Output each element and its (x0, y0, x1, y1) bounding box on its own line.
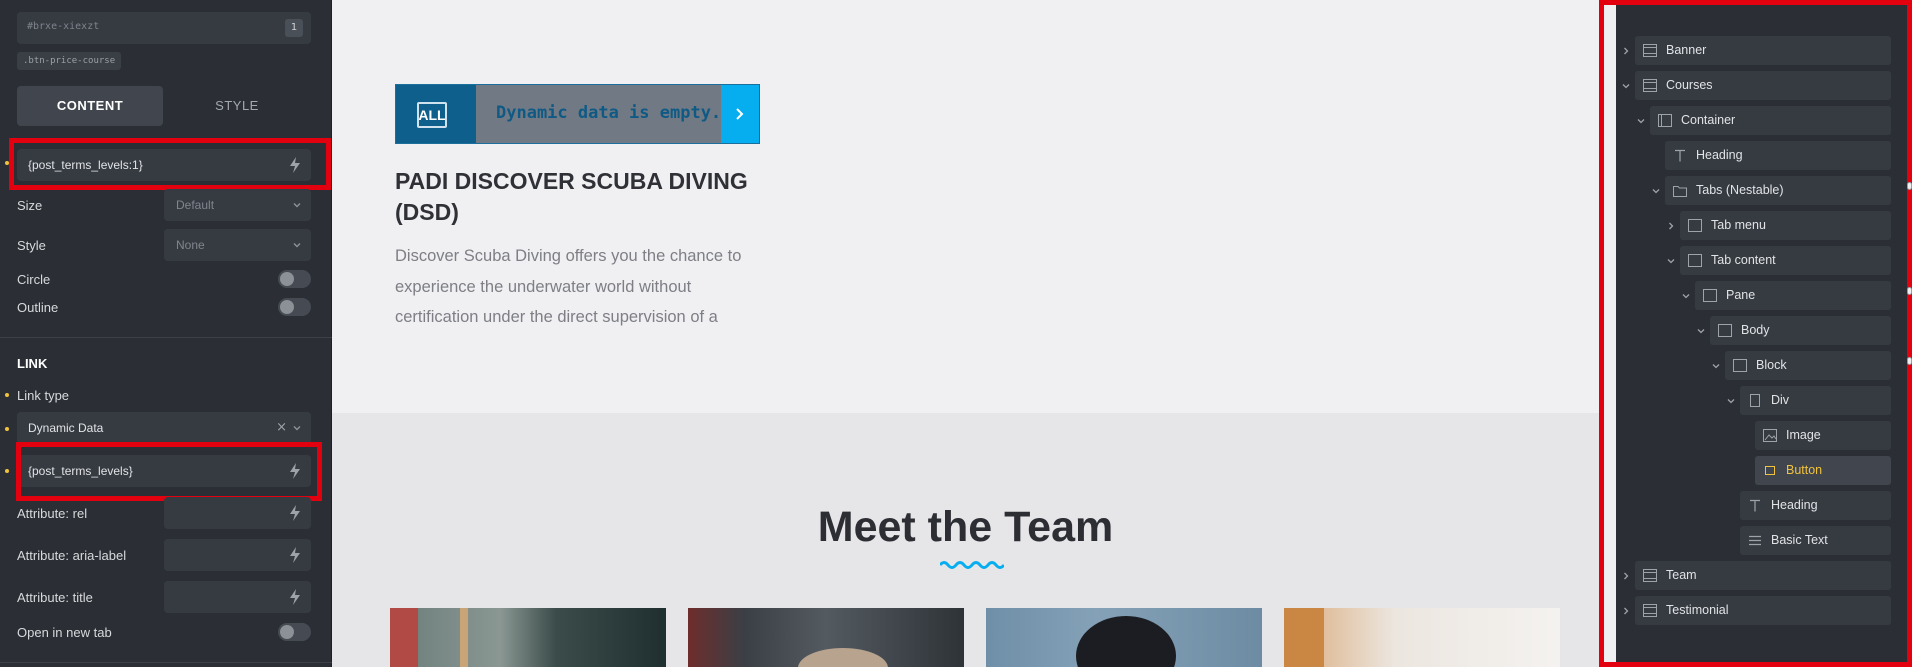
tree-connector-nub (1907, 357, 1912, 365)
tree-connector-nub (1907, 182, 1912, 190)
builder-canvas[interactable]: ALL Dynamic data is empty. PADI DISCOVER… (332, 0, 1599, 667)
link-type-select[interactable]: Dynamic Data × (17, 412, 311, 444)
divider (0, 662, 332, 663)
modified-indicator-dot (5, 427, 9, 431)
attr-title-label: Attribute: title (17, 590, 93, 605)
size-value: Default (176, 198, 215, 212)
tab-style[interactable]: STYLE (164, 86, 310, 126)
outline-label: Outline (17, 300, 59, 315)
toggle-knob (280, 625, 294, 639)
price-course-button[interactable]: ALL Dynamic data is empty. (395, 84, 760, 144)
link-type-label: Link type (17, 388, 70, 403)
level-badge: ALL (396, 85, 476, 143)
tree-connector-nub (1907, 287, 1912, 295)
button-arrow (721, 85, 759, 143)
modified-indicator-dot (5, 393, 9, 397)
attr-title-input[interactable] (164, 581, 311, 613)
element-settings-panel: #brxe-xiexzt 1 .btn-price-course CONTENT… (0, 0, 332, 667)
chevron-right-icon (736, 108, 744, 120)
dynamic-data-bolt-icon[interactable] (289, 589, 301, 605)
attr-aria-input[interactable] (164, 539, 311, 571)
dynamic-data-empty-text: Dynamic data is empty. (496, 103, 722, 123)
size-select[interactable]: Default (164, 189, 311, 221)
modified-indicator-dot (5, 469, 9, 473)
style-label: Style (17, 238, 46, 253)
course-title: PADI DISCOVER SCUBA DIVING (DSD) (395, 168, 748, 225)
chevron-down-icon[interactable] (293, 424, 301, 432)
circle-label: Circle (17, 272, 51, 287)
attr-rel-input[interactable] (164, 497, 311, 529)
course-description: Discover Scuba Diving offers you the cha… (395, 247, 742, 326)
highlight-box (9, 138, 331, 190)
chevron-down-icon (293, 203, 301, 208)
open-new-tab-label: Open in new tab (17, 625, 112, 640)
team-section: Meet the Team (332, 413, 1599, 667)
wave-divider-icon (940, 561, 1004, 569)
element-id-field[interactable]: #brxe-xiexzt 1 (17, 12, 311, 44)
tab-content[interactable]: CONTENT (17, 86, 163, 126)
link-type-value: Dynamic Data (28, 421, 104, 435)
team-member-photo (390, 608, 666, 667)
highlight-box (16, 442, 322, 501)
team-member-photo (688, 608, 964, 667)
divider (0, 337, 332, 338)
team-heading: Meet the Team (817, 503, 1114, 551)
open-new-tab-toggle[interactable] (278, 623, 311, 641)
element-id-text: #brxe-xiexzt (27, 21, 100, 32)
team-member-photo (1284, 608, 1560, 667)
team-member-photo (986, 608, 1262, 667)
attr-rel-label: Attribute: rel (17, 506, 88, 521)
size-label: Size (17, 198, 43, 213)
element-id-count: 1 (285, 19, 303, 37)
dynamic-data-bolt-icon[interactable] (289, 547, 301, 563)
toggle-knob (280, 300, 294, 314)
css-class-tag[interactable]: .btn-price-course (17, 52, 122, 70)
clear-icon[interactable]: × (276, 412, 287, 444)
outline-toggle[interactable] (278, 298, 311, 316)
link-section-title[interactable]: LINK (17, 356, 47, 371)
style-value: None (176, 238, 205, 252)
highlight-box (1599, 0, 1912, 667)
attr-aria-label: Attribute: aria-label (17, 548, 127, 563)
toggle-knob (280, 272, 294, 286)
style-select[interactable]: None (164, 229, 311, 261)
chevron-down-icon (293, 243, 301, 248)
circle-toggle[interactable] (278, 270, 311, 288)
dynamic-data-bolt-icon[interactable] (289, 505, 301, 521)
level-badge-text: ALL (418, 107, 446, 123)
